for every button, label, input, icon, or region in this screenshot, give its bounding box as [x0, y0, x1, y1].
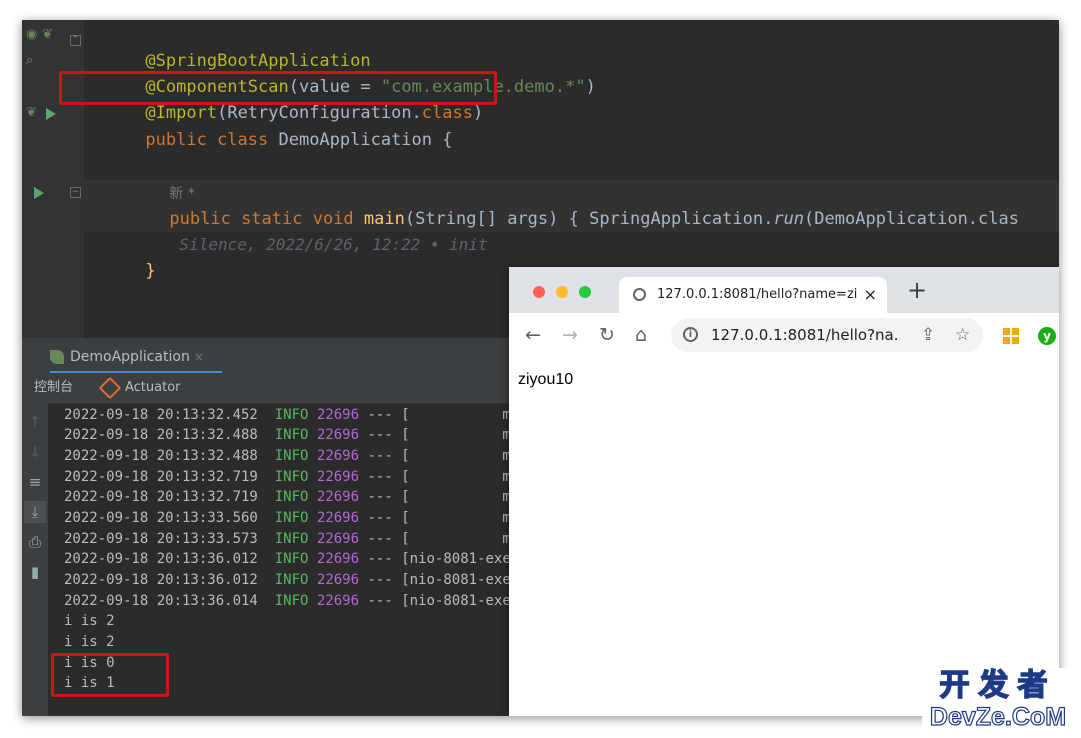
log-line: 2022-09-18 20:13:32.719 INFO 22696 --- [… [64, 469, 520, 485]
highlight-output-box [51, 653, 169, 697]
star-icon[interactable]: ☆ [955, 318, 970, 352]
spring-leaf-icon[interactable]: ❦ [42, 28, 53, 42]
log-line: 2022-09-18 20:13:36.014 INFO 22696 --- [… [64, 593, 520, 609]
log-line: 2022-09-18 20:13:32.719 INFO 22696 --- [… [64, 489, 520, 505]
globe-icon [633, 288, 646, 301]
run-main-icon[interactable] [34, 187, 44, 199]
page-response-text: ziyou10 [518, 371, 574, 388]
bean-icon[interactable]: ◉ [26, 28, 37, 42]
forward-arrow-icon[interactable]: → [562, 323, 578, 347]
close-icon[interactable]: × [194, 350, 204, 364]
url-text[interactable]: 127.0.0.1:8081/hello?na... [711, 318, 897, 352]
log-line: 2022-09-18 20:13:33.573 INFO 22696 --- [… [64, 531, 520, 547]
window-maximize-button[interactable] [579, 286, 591, 298]
browser-tab[interactable]: 127.0.0.1:8081/hello?name=ziy × [619, 277, 887, 313]
output-line: i is 2 [64, 613, 115, 629]
browser-window: 127.0.0.1:8081/hello?name=ziy × + ← → ↻ … [509, 267, 1059, 716]
print-icon[interactable]: ⎙ [24, 531, 46, 553]
fold-method-icon[interactable]: − [70, 187, 81, 198]
down-arrow-icon[interactable]: ↓ [24, 441, 46, 463]
scroll-to-end-icon[interactable]: ⤓ [24, 501, 46, 523]
code-line-1: @SpringBootApplication [84, 22, 370, 71]
browser-tab-bar: 127.0.0.1:8081/hello?name=ziy × + [509, 267, 1059, 313]
log-line: 2022-09-18 20:13:32.452 INFO 22696 --- [… [64, 407, 520, 423]
highlight-import-box [59, 71, 497, 105]
code-line-close: } [145, 261, 156, 281]
class-name: DemoApplication { [278, 130, 453, 150]
output-line: i is 2 [64, 634, 115, 650]
fold-icon[interactable]: ⌃ [70, 35, 81, 46]
soft-wrap-icon[interactable]: ≡ [24, 471, 46, 493]
extension-grid-icon[interactable] [1003, 328, 1019, 344]
find-usages-icon[interactable]: ⌕ [26, 54, 33, 68]
watermark-latin: DevZe.CoM [929, 702, 1067, 731]
window-close-button[interactable] [533, 286, 545, 298]
log-line: 2022-09-18 20:13:33.560 INFO 22696 --- [… [64, 510, 520, 526]
code-hint: 新 * [169, 186, 195, 202]
log-line: 2022-09-18 20:13:36.012 INFO 22696 --- [… [64, 551, 520, 567]
browser-page: ziyou10 [509, 357, 1059, 716]
browser-toolbar: ← → ↻ ⌂ i 127.0.0.1:8081/hello?na... ⇪ ☆… [509, 313, 1059, 358]
extension-y-icon[interactable]: y [1038, 327, 1056, 345]
actuator-icon [98, 376, 122, 399]
log-line: 2022-09-18 20:13:32.488 INFO 22696 --- [… [64, 448, 520, 464]
editor-gutter: ◉ ❦ ⌕ ⌃ ❦ − [22, 20, 84, 338]
git-blame-line: Silence, 2022/6/26, 12:22 • init [179, 235, 488, 254]
watermark-chinese: 开发者 [939, 667, 1057, 704]
tab-console[interactable]: 控制台 [34, 373, 73, 403]
tab-actuator[interactable]: Actuator [98, 373, 181, 403]
site-info-icon[interactable]: i [683, 327, 698, 342]
spring-bean-icon[interactable]: ❦ [26, 106, 37, 120]
watermark: 开发者 DevZe.CoM [922, 667, 1074, 734]
trash-icon[interactable]: ▮ [24, 561, 46, 583]
tab-title: 127.0.0.1:8081/hello?name=ziy [657, 287, 857, 302]
reload-icon[interactable]: ↻ [599, 323, 615, 347]
tab-close-icon[interactable]: × [864, 277, 877, 313]
spring-leaf-icon [50, 350, 64, 364]
console-toolbar: ↑ ↓ ≡ ⤓ ⎙ ▮ [22, 403, 48, 716]
log-line: 2022-09-18 20:13:36.012 INFO 22696 --- [… [64, 572, 520, 588]
log-line: 2022-09-18 20:13:32.488 INFO 22696 --- [… [64, 427, 520, 443]
up-arrow-icon[interactable]: ↑ [24, 411, 46, 433]
code-line-main: public static void main(String[] args) {… [169, 209, 1019, 229]
ide-window: ◉ ❦ ⌕ ⌃ ❦ − @SpringBootApplication @Comp… [22, 20, 1059, 716]
address-bar[interactable]: i 127.0.0.1:8081/hello?na... ⇪ ☆ [671, 318, 983, 352]
home-icon[interactable]: ⌂ [635, 323, 647, 347]
window-minimize-button[interactable] [556, 286, 568, 298]
back-arrow-icon[interactable]: ← [525, 323, 541, 347]
run-tab-demoapplication[interactable]: DemoApplication × [50, 343, 222, 374]
share-icon[interactable]: ⇪ [921, 318, 935, 352]
new-tab-button[interactable]: + [907, 276, 927, 304]
run-class-icon[interactable] [46, 108, 56, 120]
